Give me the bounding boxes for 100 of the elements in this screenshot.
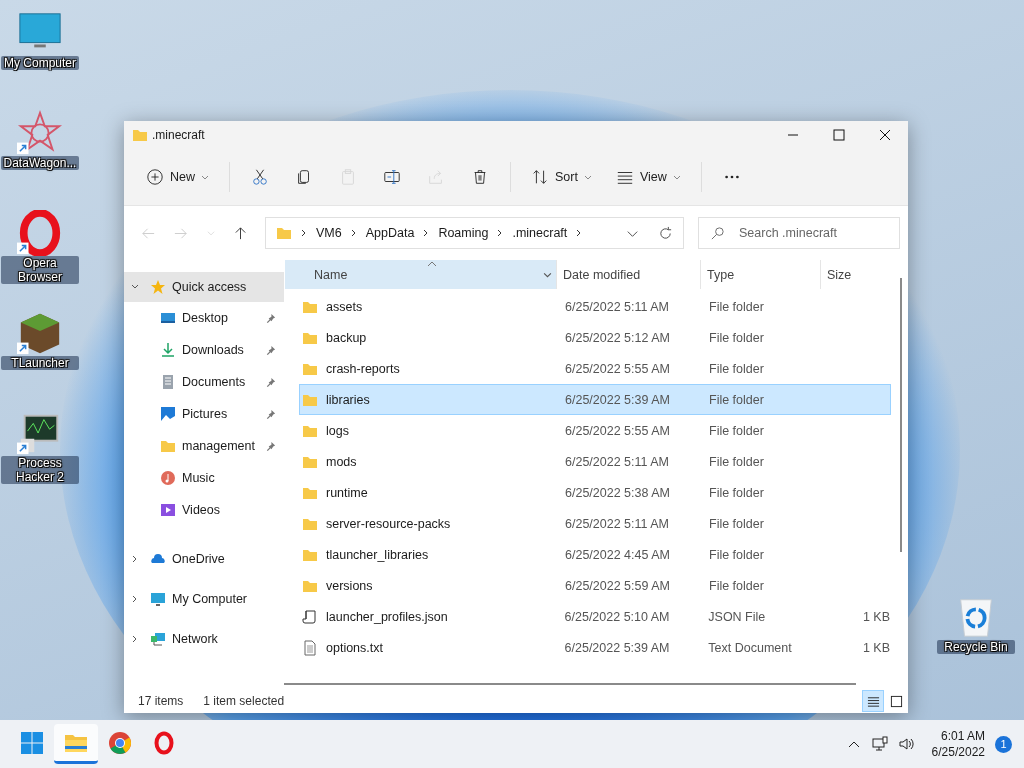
date-modified-cell-text: 6/25/2022 5:55 AM (565, 361, 671, 376)
download-icon (160, 342, 176, 358)
sidebar-item[interactable]: Videos (124, 494, 284, 526)
desktop-icon-label[interactable]: My Computer (1, 56, 79, 70)
file-row[interactable]: logs 6/25/2022 5:55 AM File folder (299, 415, 891, 446)
browser-logo-icon (108, 730, 132, 755)
type-cell-text: File folder (709, 547, 765, 562)
file-name: runtime (326, 485, 368, 500)
caret-icon (672, 173, 681, 181)
video-icon (160, 502, 176, 518)
type-cell-text: File folder (709, 485, 765, 500)
pin-icon[interactable] (265, 408, 276, 420)
file-row[interactable]: assets 6/25/2022 5:11 AM File folder (299, 291, 891, 322)
pin-icon[interactable] (265, 312, 276, 324)
type-cell-text: File folder (709, 423, 765, 438)
address-bar[interactable]: VM6 AppData Roaming .minecraft (265, 217, 684, 249)
file-row[interactable]: mods 6/25/2022 5:11 AM File folder (299, 446, 891, 477)
desktop-icon-label[interactable]: Recycle Bin (937, 640, 1015, 654)
desktop-icon-label[interactable]: Opera Browser (1, 256, 79, 284)
square-icon (889, 694, 903, 708)
date-modified-cell-text: 6/25/2022 5:11 AM (565, 516, 671, 531)
breadcrumb-link[interactable]: VM6 (316, 226, 342, 240)
file-row[interactable]: launcher_profiles.json 6/25/2022 5:10 AM JSON File 1 KB (299, 601, 891, 632)
list-icon (866, 694, 880, 708)
sidebar-item[interactable]: Pictures (124, 398, 284, 430)
file-row[interactable]: backup 6/25/2022 5:12 AM File folder (299, 322, 891, 353)
letter-o-icon (152, 730, 176, 755)
type-cell-text: File folder (709, 392, 765, 407)
file-row[interactable]: libraries 6/25/2022 5:39 AM File folder (299, 384, 891, 415)
new-button[interactable]: New (136, 159, 219, 195)
sidebar-item[interactable]: Quick access (124, 272, 284, 302)
breadcrumb-link[interactable]: AppData (365, 226, 415, 240)
type-cell-text: File folder (709, 516, 765, 531)
date-modified-cell-text: 6/25/2022 5:39 AM (564, 640, 671, 655)
file-row[interactable]: versions 6/25/2022 5:59 AM File folder (299, 570, 891, 601)
sidebar-item[interactable]: management (124, 430, 284, 462)
folder-icon (276, 225, 292, 241)
sidebar-item[interactable]: Music (124, 462, 284, 494)
file-name: options.txt (326, 640, 383, 655)
letter-o-icon[interactable] (17, 210, 63, 256)
monitor-icon (150, 591, 166, 607)
folder-taskbar-button[interactable] (54, 724, 98, 764)
horizontal-scrollbar[interactable] (284, 683, 856, 685)
column-header[interactable]: Size (821, 260, 901, 289)
date-modified-cell-text: 6/25/2022 5:55 AM (565, 423, 671, 438)
file-row[interactable]: crash-reports 6/25/2022 5:55 AM File folder (299, 353, 891, 384)
column-header[interactable]: Type (701, 260, 821, 289)
sidebar-item[interactable]: Network (124, 624, 284, 654)
file-name: libraries (326, 392, 370, 407)
file-row[interactable]: server-resource-packs 6/25/2022 5:11 AM File folder (299, 508, 891, 539)
chevron-right-icon[interactable] (349, 229, 358, 237)
selection-count: 1 item selected (203, 694, 285, 708)
sidebar-item[interactable]: Downloads (124, 334, 284, 366)
file-name: crash-reports (326, 361, 400, 376)
clock-date[interactable]: 6/25/2022 (931, 744, 985, 760)
view-button[interactable]: View (605, 159, 691, 195)
date-modified-cell-text: 6/25/2022 5:11 AM (565, 454, 671, 469)
file-name: logs (326, 423, 349, 438)
file-row[interactable]: options.txt 6/25/2022 5:39 AM Text Document 1 KB (299, 632, 891, 663)
file-row[interactable]: runtime 6/25/2022 5:38 AM File folder (299, 477, 891, 508)
type-cell-text: File folder (709, 361, 765, 376)
sidebar-item[interactable]: OneDrive (124, 544, 284, 574)
size-cell-text: 1 KB (861, 640, 890, 655)
search-icon (710, 226, 725, 241)
refresh-icon[interactable] (658, 225, 673, 241)
date-modified-cell-text: 6/25/2022 5:39 AM (565, 392, 671, 407)
pin-icon[interactable] (265, 440, 276, 452)
date-modified-cell-text: 6/25/2022 5:12 AM (565, 330, 671, 345)
chevron-right-icon[interactable] (300, 229, 308, 237)
date-modified-cell-text: 6/25/2022 4:45 AM (565, 547, 671, 562)
music-note-icon (160, 470, 176, 486)
file-name: versions (326, 578, 373, 593)
size-cell-text: 1 KB (861, 609, 890, 624)
sort-button[interactable]: Sort (521, 159, 602, 195)
column-header[interactable]: Date modified (557, 260, 701, 289)
details-view-button[interactable] (862, 690, 884, 712)
breadcrumb-link[interactable]: Roaming (438, 226, 489, 240)
notification-badge[interactable]: 1 (995, 735, 1012, 753)
vertical-scrollbar[interactable] (900, 278, 902, 552)
column-header[interactable]: Name (285, 260, 557, 289)
star-pattern-icon[interactable] (17, 110, 63, 156)
type-cell-text: Text Document (708, 640, 793, 655)
dropdown-icon[interactable] (543, 270, 552, 279)
type-cell-text: JSON File (708, 609, 767, 624)
clock-time[interactable]: 6:01 AM (940, 728, 985, 744)
desktop-icon-label[interactable]: TLauncher (1, 356, 79, 370)
sidebar-item[interactable]: My Computer (124, 584, 284, 614)
desktop-icon-label[interactable]: Process Hacker 2 (1, 456, 79, 484)
sidebar-item[interactable]: Desktop (124, 302, 284, 334)
sidebar-item[interactable]: Documents (124, 366, 284, 398)
search-field[interactable]: Search .minecraft (698, 217, 900, 249)
monitor-icon[interactable] (871, 736, 888, 752)
type-cell-text: File folder (709, 578, 765, 593)
caret-icon (201, 173, 209, 181)
pin-icon[interactable] (265, 344, 276, 356)
pin-icon[interactable] (265, 376, 276, 388)
file-name: launcher_profiles.json (326, 609, 448, 624)
speaker-icon[interactable] (897, 736, 914, 752)
breadcrumb-link[interactable]: .minecraft (512, 226, 568, 240)
file-row[interactable]: tlauncher_libraries 6/25/2022 4:45 AM File folder (299, 539, 891, 570)
